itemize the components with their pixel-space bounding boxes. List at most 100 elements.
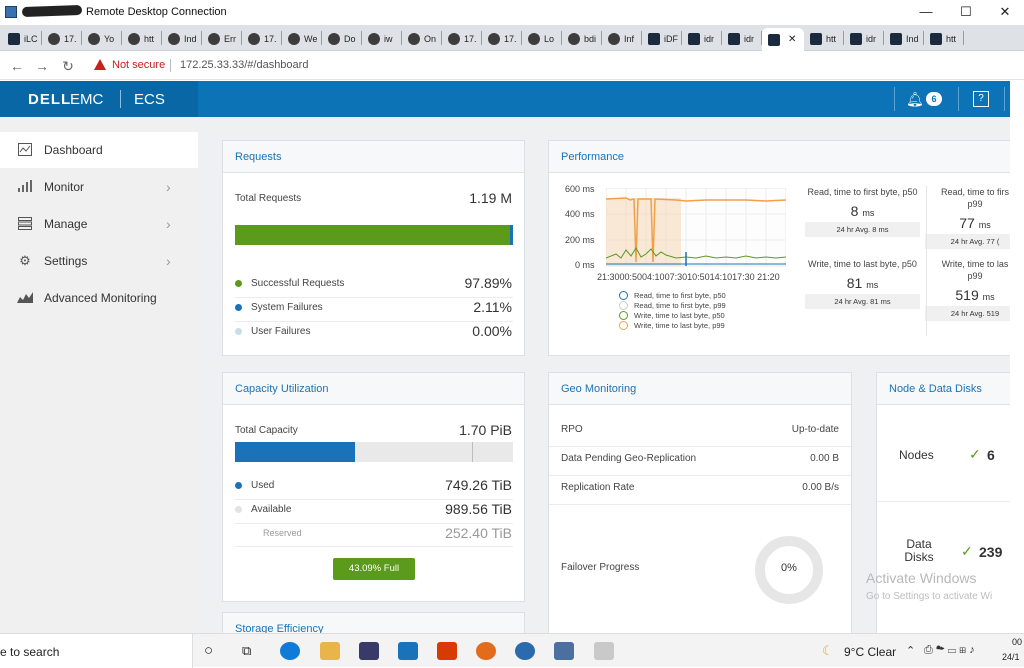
tab-favicon-icon <box>648 32 660 45</box>
nodes-value: 6 <box>987 447 995 463</box>
browser-tab[interactable]: Do <box>322 28 362 49</box>
browser-tab[interactable]: htt <box>804 28 844 49</box>
browser-tab[interactable]: 17. <box>242 28 282 49</box>
metric-value: 519 <box>955 287 979 303</box>
tab-favicon-icon <box>208 32 220 45</box>
available-dot <box>235 506 242 513</box>
check-icon: ✓ <box>969 446 981 462</box>
metric-read-p50: Read, time to first byte, p50 8 ms 24 hr… <box>805 186 920 237</box>
browser-tab[interactable]: bdi <box>562 28 602 49</box>
edge-icon[interactable] <box>280 642 300 660</box>
available-label: Available <box>251 504 292 515</box>
monitor-icon <box>17 180 33 194</box>
chevron-right-icon: › <box>166 216 171 232</box>
browser-tab[interactable]: On <box>402 28 442 49</box>
task-view-icon[interactable]: ⧉ <box>242 643 251 659</box>
legend-write-p50-marker[interactable] <box>619 311 628 320</box>
windows-taskbar: e to search ○ ⧉ ☾ 9°C Clear ⌃ ⎙ ☁ ▭ ⊞ ♪ … <box>0 633 1024 668</box>
tab-label: htt <box>826 33 837 44</box>
close-tab-icon[interactable]: ✕ <box>788 34 796 45</box>
browser-tab[interactable]: idr <box>844 28 884 49</box>
failover-progress-label: Failover Progress <box>561 562 640 573</box>
tab-label: Ind <box>184 33 197 44</box>
node-disks-title: Node & Data Disks <box>877 373 1010 405</box>
firefox-icon[interactable] <box>476 642 496 660</box>
close-window-button[interactable]: ✕ <box>997 4 1013 20</box>
browser-tab[interactable]: 17. <box>442 28 482 49</box>
weather-text[interactable]: 9°C Clear <box>844 645 896 659</box>
minimize-button[interactable]: — <box>918 4 934 20</box>
warning-icon <box>94 59 106 70</box>
clock-date[interactable]: 24/1 <box>1002 652 1020 662</box>
help-button[interactable]: ? <box>973 91 989 107</box>
browser-tab[interactable]: htt <box>924 28 964 49</box>
remote-desktop-icon <box>5 6 17 18</box>
cortana-icon[interactable]: ○ <box>204 642 213 659</box>
y-tick: 600 ms <box>565 184 595 194</box>
bell-icon[interactable]: 🔔︎ <box>906 91 924 107</box>
browser-tab[interactable]: htt <box>122 28 162 49</box>
browser-tab[interactable]: Inf <box>602 28 642 49</box>
sidebar-item-dashboard[interactable]: Dashboard <box>0 132 198 168</box>
sidebar-item-advanced-monitoring[interactable]: Advanced Monitoring <box>0 280 198 316</box>
clock-time[interactable]: 00 <box>1012 637 1022 647</box>
browser-tab[interactable]: Ind <box>884 28 924 49</box>
legend-read-p99-marker[interactable] <box>619 301 628 310</box>
browser-tab[interactable]: ✕ <box>762 28 804 51</box>
forward-icon[interactable]: → <box>33 57 51 75</box>
url-field[interactable]: 172.25.33.33/#/dashboard <box>180 59 308 71</box>
tab-label: idr <box>744 33 755 44</box>
taskbar-search[interactable]: e to search <box>0 634 193 668</box>
tab-label: Yo <box>104 33 115 44</box>
browser-app-icon[interactable] <box>515 642 535 660</box>
browser-tab[interactable]: idr <box>722 28 762 49</box>
legend-write-p99-marker[interactable] <box>619 321 628 330</box>
file-explorer-icon[interactable] <box>320 642 340 660</box>
not-secure-label[interactable]: Not secure <box>112 59 165 71</box>
browser-tab[interactable]: Yo <box>82 28 122 49</box>
legend-read-p50: Read, time to first byte, p50 <box>634 291 726 300</box>
tab-label: idr <box>866 33 877 44</box>
browser-tab[interactable]: 17. <box>42 28 82 49</box>
store-icon[interactable] <box>359 642 379 660</box>
tray-chevron-icon[interactable]: ⌃ <box>906 644 915 657</box>
system-failure-dot <box>235 304 242 311</box>
tab-favicon-icon <box>8 32 20 45</box>
mail-icon[interactable] <box>398 642 418 660</box>
tab-favicon-icon <box>608 32 620 45</box>
sidebar-item-monitor[interactable]: Monitor › <box>0 169 198 205</box>
total-capacity-label: Total Capacity <box>235 425 298 436</box>
legend-read-p50-marker[interactable] <box>619 291 628 300</box>
sidebar-item-manage[interactable]: Manage › <box>0 206 198 242</box>
sidebar-item-settings[interactable]: ⚙ Settings › <box>0 243 198 279</box>
y-tick: 0 ms <box>575 260 595 270</box>
reload-icon[interactable]: ↻ <box>59 57 77 75</box>
browser-tab[interactable]: iDF <box>642 28 682 49</box>
browser-tab[interactable]: Ind <box>162 28 202 49</box>
maximize-button[interactable]: ☐ <box>958 4 974 20</box>
replication-rate-value: 0.00 B/s <box>802 482 839 493</box>
browser-tab[interactable]: idr <box>682 28 722 49</box>
user-failure-dot <box>235 328 242 335</box>
browser-tab[interactable]: Lo <box>522 28 562 49</box>
performance-chart <box>606 188 786 267</box>
back-icon[interactable]: ← <box>8 57 26 75</box>
browser-tab[interactable]: Err <box>202 28 242 49</box>
metric-value: 77 <box>959 215 975 231</box>
browser-tab[interactable]: iw <box>362 28 402 49</box>
capacity-bar <box>235 442 513 462</box>
tab-label: Inf <box>624 33 635 44</box>
total-requests-label: Total Requests <box>235 193 302 204</box>
office-icon[interactable] <box>437 642 457 660</box>
metric-avg: 24 hr Avg. 81 ms <box>805 294 920 309</box>
advanced-monitoring-icon <box>17 291 33 305</box>
browser-tab[interactable]: We <box>282 28 322 49</box>
metric-avg: 24 hr Avg. 519 <box>925 306 1010 321</box>
app-taskbar-icon[interactable] <box>594 642 614 660</box>
notification-badge[interactable]: 6 <box>926 92 942 106</box>
browser-tab[interactable]: iLC <box>2 28 42 49</box>
browser-tab[interactable]: 17. <box>482 28 522 49</box>
tab-favicon-icon <box>528 32 540 45</box>
tray-icons[interactable]: ⎙ ☁ ▭ ⊞ ♪ <box>924 644 975 657</box>
remote-desktop-taskbar-icon[interactable] <box>554 642 574 660</box>
